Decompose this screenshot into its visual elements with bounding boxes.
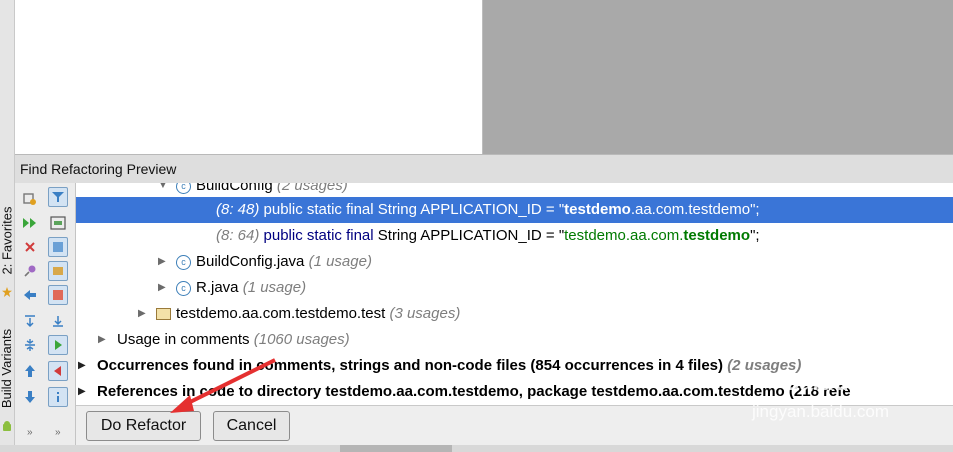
panel-title: Find Refactoring Preview — [20, 161, 177, 177]
class-icon: c — [176, 183, 191, 194]
back-arrow-icon[interactable] — [20, 285, 40, 305]
usage-count: (1 usage) — [308, 253, 372, 270]
collapse-all-icon[interactable] — [20, 335, 40, 355]
favorites-tab-label: 2: Favorites — [0, 206, 15, 274]
code-keyword: public static final — [263, 201, 374, 218]
tree-row-label: testdemo.aa.com.testdemo.test — [176, 305, 386, 322]
line-location: (8: 48) — [216, 201, 260, 218]
package-icon[interactable] — [48, 261, 68, 281]
tree-row-label: BuildConfig.java — [196, 253, 305, 270]
favorites-tab[interactable]: 2: Favorites — [0, 200, 15, 280]
class-icon: c — [176, 280, 191, 296]
pin-icon[interactable] — [20, 261, 40, 281]
code-string: testdemo.aa.com. — [564, 227, 684, 244]
usage-count: (2 usages) — [276, 183, 348, 194]
up-arrow-icon[interactable] — [20, 361, 40, 381]
expand-arrow-icon[interactable]: ▶ — [138, 301, 146, 327]
annotation-arrow — [170, 358, 276, 413]
close-icon[interactable] — [20, 237, 40, 257]
build-variants-tab[interactable]: Build Variants — [0, 318, 15, 418]
usage-count: (1060 usages) — [253, 331, 350, 348]
star-icon — [2, 284, 12, 297]
usage-count: (3 usages) — [389, 305, 461, 322]
module-icon[interactable] — [48, 237, 68, 257]
build-variants-tab-label: Build Variants — [0, 328, 15, 408]
tree-row-file[interactable]: ▶ c R.java (1 usage) — [76, 275, 953, 301]
expand-arrow-icon[interactable]: ▶ — [78, 379, 86, 405]
filter-icon[interactable] — [48, 187, 68, 207]
more-icon-2[interactable]: » — [55, 427, 61, 438]
semicolon: ; — [755, 227, 760, 244]
tree-row-usage-selected[interactable]: (8: 48) public static final String APPLI… — [76, 197, 953, 223]
semicolon: ; — [755, 201, 760, 218]
rerun-icon[interactable] — [20, 189, 40, 209]
folder-icon — [156, 308, 171, 321]
down-arrow-icon[interactable] — [20, 387, 40, 407]
usage-count: (1 usage) — [242, 279, 307, 296]
tree-row-package[interactable]: ▶ testdemo.aa.com.testdemo.test (3 usage… — [76, 301, 953, 327]
status-bar — [0, 445, 953, 452]
line-location: (8: 64) — [216, 227, 260, 244]
side-tool-strip: 2: Favorites Build Variants — [0, 0, 15, 452]
code-keyword: public static final — [263, 227, 374, 244]
tree-row-usage[interactable]: (8: 64) public static final String APPLI… — [76, 223, 953, 249]
next-occurrence-icon[interactable] — [20, 213, 40, 233]
scroll-thumb[interactable] — [340, 445, 452, 452]
next-diff-icon[interactable] — [48, 335, 68, 355]
watermark: Baidu 经验 jingyan.baidu.com — [752, 344, 952, 434]
expand-arrow-icon[interactable]: ▶ — [98, 327, 106, 353]
class-icon: c — [176, 254, 191, 270]
export-icon[interactable] — [48, 311, 68, 331]
group-by-icon[interactable] — [48, 213, 68, 233]
expand-arrow-icon[interactable]: ▶ — [78, 353, 86, 379]
method-icon[interactable] — [48, 285, 68, 305]
empty-editor-area — [483, 0, 953, 154]
more-icon[interactable]: » — [27, 427, 33, 438]
code-string: .aa.com.testdemo — [630, 201, 751, 218]
watermark-url: jingyan.baidu.com — [752, 402, 890, 421]
tree-row-label: BuildConfig — [196, 183, 273, 194]
expand-arrow-icon[interactable]: ▶ — [158, 275, 166, 301]
editor-area[interactable] — [15, 0, 483, 154]
preview-toolbar: » » — [15, 183, 76, 445]
match-highlight: testdemo — [564, 201, 631, 218]
tree-row-label: R.java — [196, 279, 239, 296]
code-text: String APPLICATION_ID = — [377, 227, 559, 244]
tree-row-label: Usage in comments — [117, 331, 250, 348]
match-highlight: testdemo — [683, 227, 751, 244]
panel-title-bar: Find Refactoring Preview — [15, 154, 953, 183]
expand-arrow-icon[interactable]: ▶ — [158, 249, 166, 275]
info-icon[interactable] — [48, 387, 68, 407]
android-icon — [2, 420, 12, 432]
baidu-logo-text: Baidu 经验 — [782, 369, 904, 396]
expand-all-icon[interactable] — [20, 311, 40, 331]
tree-row-file[interactable]: ▶ c BuildConfig.java (1 usage) — [76, 249, 953, 275]
previous-diff-icon[interactable] — [48, 361, 68, 381]
code-text: String APPLICATION_ID = — [377, 201, 559, 218]
